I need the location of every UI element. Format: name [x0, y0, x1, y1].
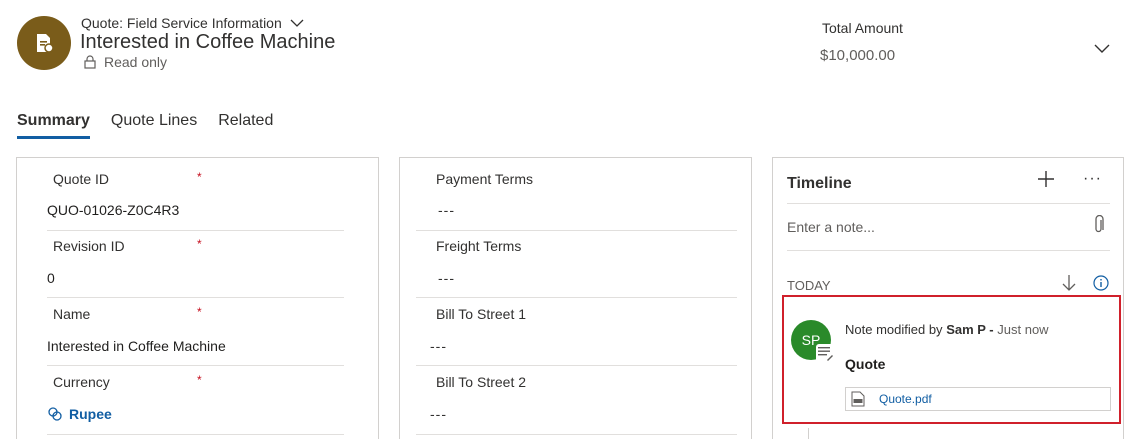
note-time: Just now [997, 322, 1049, 337]
divider [787, 203, 1110, 204]
more-options-button[interactable]: ··· [1083, 170, 1102, 188]
payment-terms-label: Payment Terms [436, 171, 533, 187]
info-button[interactable] [1093, 275, 1109, 296]
quote-id-field[interactable]: QUO-01026-Z0C4R3 [47, 202, 179, 218]
timeline-section: Timeline ··· Enter a note... TODAY SP No… [772, 157, 1124, 439]
form-selector[interactable]: Quote: Field Service Information [81, 15, 304, 31]
note-input[interactable]: Enter a note... [787, 219, 875, 235]
plus-icon [1038, 171, 1054, 187]
revision-id-label: Revision ID [53, 238, 125, 254]
entity-type-label: Quote: Field Service Information [81, 15, 282, 31]
lock-icon [84, 55, 96, 69]
required-marker: * [197, 373, 202, 387]
divider [787, 250, 1110, 251]
divider [416, 365, 737, 366]
summary-section: Quote ID * QUO-01026-Z0C4R3 Revision ID … [16, 157, 379, 439]
required-marker: * [197, 305, 202, 319]
tab-bar: Summary Quote Lines Related [17, 112, 294, 139]
divider [47, 297, 344, 298]
quote-entity-icon [17, 16, 71, 70]
timeline-title: Timeline [787, 175, 852, 192]
currency-label: Currency [53, 374, 110, 390]
chevron-down-icon [290, 19, 304, 27]
document-icon [37, 34, 54, 53]
info-icon [1093, 275, 1109, 291]
divider [416, 297, 737, 298]
bill-street2-label: Bill To Street 2 [436, 374, 527, 390]
note-badge [816, 344, 834, 362]
timeline-group-label: TODAY [787, 278, 831, 293]
quote-id-label: Quote ID [53, 171, 110, 187]
divider [47, 365, 344, 366]
divider [47, 434, 344, 435]
timeline-note-item[interactable]: SP Note modified by Sam P - Just now Quo… [782, 295, 1121, 424]
name-label: Name [53, 306, 91, 322]
add-activity-button[interactable] [1037, 170, 1055, 193]
currency-icon [48, 407, 62, 421]
required-marker: * [197, 237, 202, 251]
pdf-file-icon [851, 391, 865, 407]
note-action: Note modified by [845, 322, 943, 337]
total-amount-value: $10,000.00 [820, 47, 896, 64]
note-title: Quote [845, 356, 886, 372]
currency-lookup-link[interactable]: Rupee [47, 406, 112, 422]
readonly-label: Read only [104, 54, 168, 70]
required-marker: * [197, 170, 202, 184]
terms-section: Payment Terms --- Freight Terms --- Bill… [399, 157, 752, 439]
record-title: Interested in Coffee Machine [80, 31, 336, 53]
timeline-rail [808, 428, 809, 439]
attachment-link[interactable]: Quote.pdf [845, 387, 1111, 411]
attach-button[interactable] [1093, 214, 1105, 240]
expand-header-button[interactable] [1094, 40, 1110, 58]
divider [47, 230, 344, 231]
bill-street1-label: Bill To Street 1 [436, 306, 527, 322]
payment-terms-field[interactable]: --- [438, 202, 455, 218]
revision-id-field[interactable]: 0 [47, 270, 55, 286]
sort-button[interactable] [1062, 274, 1076, 297]
note-author[interactable]: Sam P - [946, 322, 993, 337]
divider [416, 434, 737, 435]
divider [416, 230, 737, 231]
attachment-name: Quote.pdf [879, 392, 932, 406]
note-icon [818, 347, 833, 361]
freight-terms-label: Freight Terms [436, 238, 522, 254]
chevron-down-icon [1094, 44, 1110, 53]
currency-value: Rupee [69, 406, 112, 422]
paperclip-icon [1095, 214, 1104, 233]
tab-quote-lines[interactable]: Quote Lines [111, 112, 197, 136]
total-amount-label: Total Amount [822, 20, 903, 36]
name-field[interactable]: Interested in Coffee Machine [47, 338, 226, 354]
note-meta: Note modified by Sam P - Just now [845, 322, 1049, 337]
bill-street2-field[interactable]: --- [430, 406, 447, 422]
tab-summary[interactable]: Summary [17, 112, 90, 139]
tab-related[interactable]: Related [218, 112, 273, 136]
bill-street1-field[interactable]: --- [430, 338, 447, 354]
readonly-indicator: Read only [84, 54, 167, 70]
arrow-down-icon [1062, 275, 1076, 291]
freight-terms-field[interactable]: --- [438, 270, 455, 286]
